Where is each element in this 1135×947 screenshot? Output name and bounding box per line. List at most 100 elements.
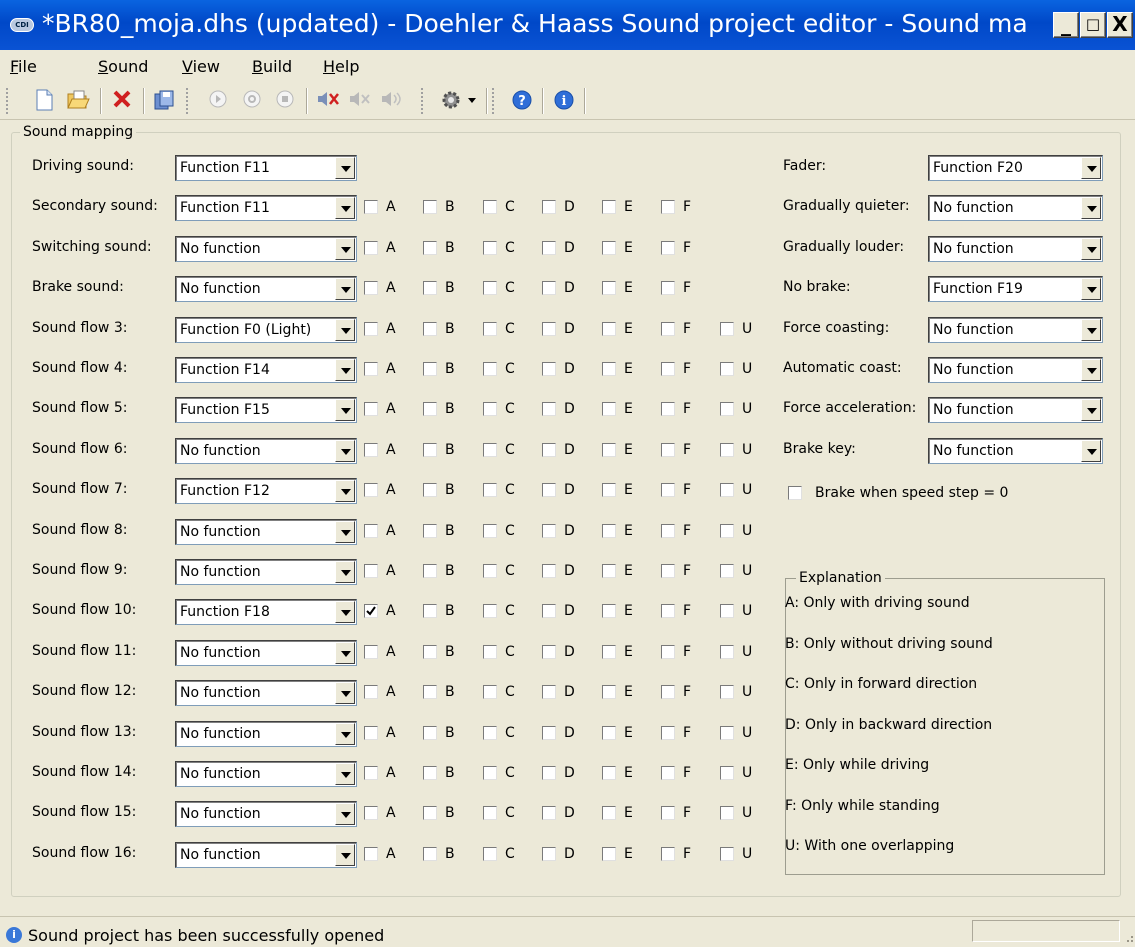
option-checkbox[interactable] xyxy=(602,564,616,578)
option-checkbox[interactable] xyxy=(720,402,734,416)
option-checkbox[interactable] xyxy=(661,564,675,578)
option-checkbox[interactable] xyxy=(602,604,616,618)
option-checkbox[interactable] xyxy=(720,685,734,699)
sound-a-icon[interactable] xyxy=(316,89,340,113)
option-checkbox[interactable] xyxy=(720,524,734,538)
chevron-down-icon[interactable] xyxy=(335,440,355,462)
option-checkbox[interactable] xyxy=(364,362,378,376)
save-icon[interactable] xyxy=(152,89,176,113)
chevron-down-icon[interactable] xyxy=(335,763,355,785)
option-checkbox[interactable] xyxy=(661,645,675,659)
option-checkbox[interactable] xyxy=(720,766,734,780)
option-checkbox[interactable] xyxy=(720,806,734,820)
option-checkbox[interactable] xyxy=(602,362,616,376)
option-checkbox[interactable] xyxy=(602,726,616,740)
option-checkbox[interactable] xyxy=(602,483,616,497)
motion-function-select[interactable]: No function xyxy=(928,317,1103,343)
help-icon[interactable]: ? xyxy=(510,89,534,113)
motion-function-select[interactable]: Function F19 xyxy=(928,276,1103,302)
motion-function-select[interactable]: No function xyxy=(928,357,1103,383)
chevron-down-icon[interactable] xyxy=(1081,278,1101,300)
option-checkbox[interactable] xyxy=(364,685,378,699)
function-select[interactable]: No function xyxy=(175,559,357,585)
option-checkbox[interactable] xyxy=(483,443,497,457)
option-checkbox[interactable] xyxy=(423,402,437,416)
option-checkbox[interactable] xyxy=(542,241,556,255)
option-checkbox[interactable] xyxy=(423,443,437,457)
chevron-down-icon[interactable] xyxy=(335,238,355,260)
motion-function-select[interactable]: Function F20 xyxy=(928,155,1103,181)
new-file-icon[interactable] xyxy=(32,89,56,113)
chevron-down-icon[interactable] xyxy=(335,561,355,583)
option-checkbox[interactable] xyxy=(602,847,616,861)
option-checkbox[interactable] xyxy=(364,322,378,336)
option-checkbox[interactable] xyxy=(423,726,437,740)
option-checkbox[interactable] xyxy=(483,241,497,255)
chevron-down-icon[interactable] xyxy=(1081,319,1101,341)
chevron-down-icon[interactable] xyxy=(1081,157,1101,179)
chevron-down-icon[interactable] xyxy=(335,601,355,623)
option-checkbox[interactable] xyxy=(364,604,378,618)
option-checkbox[interactable] xyxy=(423,645,437,659)
chevron-down-icon[interactable] xyxy=(335,844,355,866)
function-select[interactable]: No function xyxy=(175,680,357,706)
option-checkbox[interactable] xyxy=(483,200,497,214)
option-checkbox[interactable] xyxy=(364,483,378,497)
option-checkbox[interactable] xyxy=(602,524,616,538)
option-checkbox[interactable] xyxy=(542,847,556,861)
menu-file[interactable]: File xyxy=(10,57,37,76)
chevron-down-icon[interactable] xyxy=(335,682,355,704)
toolbar-grip[interactable] xyxy=(6,88,9,114)
chevron-down-icon[interactable] xyxy=(335,319,355,341)
close-button[interactable]: X xyxy=(1107,12,1133,38)
motion-function-select[interactable]: No function xyxy=(928,397,1103,423)
option-checkbox[interactable] xyxy=(483,483,497,497)
menu-build[interactable]: Build xyxy=(252,57,292,76)
option-checkbox[interactable] xyxy=(483,322,497,336)
option-checkbox[interactable] xyxy=(720,645,734,659)
option-checkbox[interactable] xyxy=(423,604,437,618)
option-checkbox[interactable] xyxy=(661,200,675,214)
function-select[interactable]: No function xyxy=(175,438,357,464)
option-checkbox[interactable] xyxy=(483,645,497,659)
chevron-down-icon[interactable] xyxy=(1081,440,1101,462)
option-checkbox[interactable] xyxy=(483,847,497,861)
option-checkbox[interactable] xyxy=(423,322,437,336)
sound-c-icon[interactable] xyxy=(380,89,404,113)
chevron-down-icon[interactable] xyxy=(335,359,355,381)
chevron-down-icon[interactable] xyxy=(335,642,355,664)
function-select[interactable]: No function xyxy=(175,721,357,747)
option-checkbox[interactable] xyxy=(483,362,497,376)
option-checkbox[interactable] xyxy=(542,402,556,416)
chevron-down-icon[interactable] xyxy=(335,157,355,179)
play-icon[interactable] xyxy=(206,89,230,113)
open-folder-icon[interactable] xyxy=(66,89,90,113)
chevron-down-icon[interactable] xyxy=(1081,399,1101,421)
function-select[interactable]: Function F0 (Light) xyxy=(175,317,357,343)
option-checkbox[interactable] xyxy=(661,281,675,295)
maximize-button[interactable]: □ xyxy=(1080,12,1106,38)
option-checkbox[interactable] xyxy=(661,726,675,740)
option-checkbox[interactable] xyxy=(542,726,556,740)
option-checkbox[interactable] xyxy=(364,766,378,780)
function-select[interactable]: No function xyxy=(175,236,357,262)
option-checkbox[interactable] xyxy=(423,766,437,780)
chevron-down-icon[interactable] xyxy=(335,399,355,421)
record-icon[interactable] xyxy=(273,89,297,113)
option-checkbox[interactable] xyxy=(542,322,556,336)
option-checkbox[interactable] xyxy=(602,241,616,255)
option-checkbox[interactable] xyxy=(720,362,734,376)
toolbar-grip[interactable] xyxy=(186,88,189,114)
option-checkbox[interactable] xyxy=(364,806,378,820)
option-checkbox[interactable] xyxy=(364,847,378,861)
option-checkbox[interactable] xyxy=(364,564,378,578)
option-checkbox[interactable] xyxy=(720,322,734,336)
option-checkbox[interactable] xyxy=(542,685,556,699)
option-checkbox[interactable] xyxy=(483,806,497,820)
option-checkbox[interactable] xyxy=(542,483,556,497)
option-checkbox[interactable] xyxy=(364,281,378,295)
option-checkbox[interactable] xyxy=(602,281,616,295)
option-checkbox[interactable] xyxy=(483,726,497,740)
option-checkbox[interactable] xyxy=(364,443,378,457)
option-checkbox[interactable] xyxy=(483,281,497,295)
